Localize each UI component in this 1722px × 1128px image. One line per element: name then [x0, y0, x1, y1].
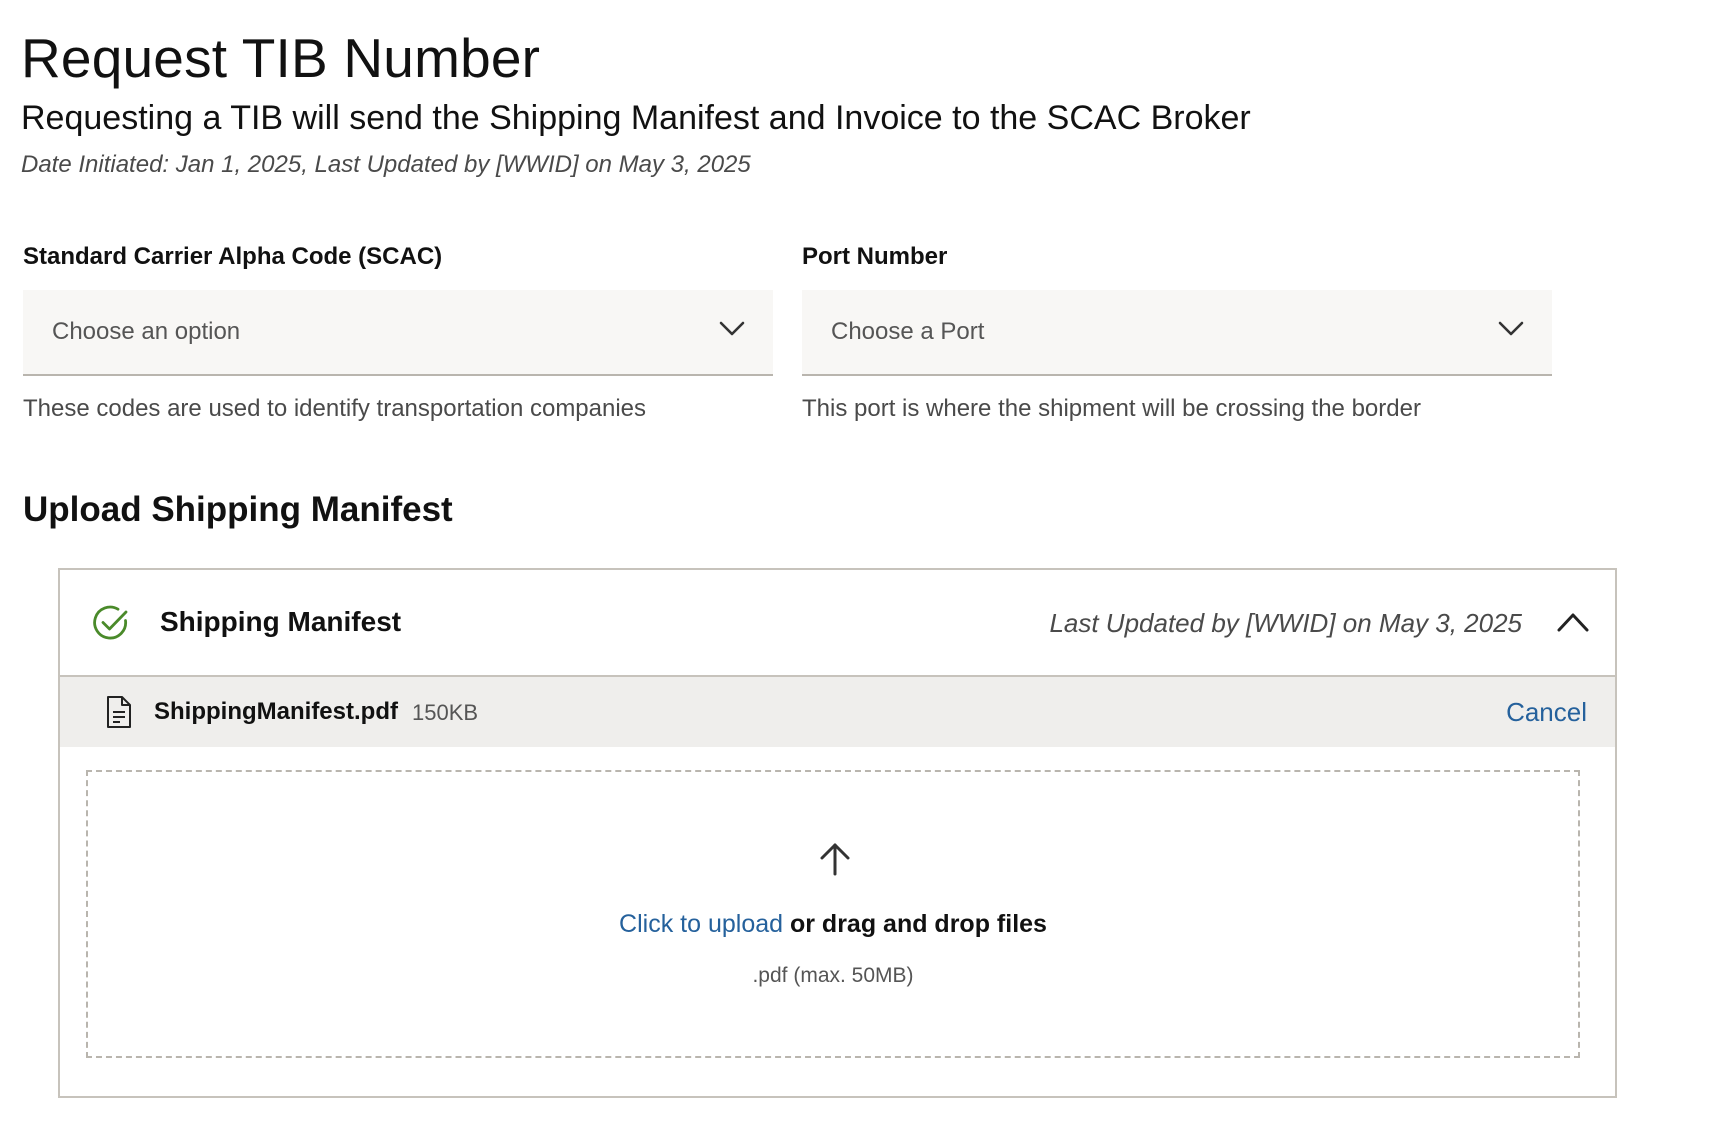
document-icon [107, 696, 131, 728]
uploaded-file-row: ShippingManifest.pdf 150KB Cancel [60, 677, 1615, 747]
port-field: Port Number Choose a Port This port is w… [802, 242, 1552, 424]
port-label: Port Number [802, 243, 948, 270]
upload-arrow-icon [820, 843, 850, 876]
card-last-updated: Last Updated by [WWID] on May 3, 2025 [1049, 608, 1522, 638]
card-title: Shipping Manifest [160, 606, 402, 637]
chevron-down-icon [719, 321, 745, 336]
file-size: 150KB [412, 700, 479, 725]
click-to-upload-link[interactable]: Click to upload [619, 910, 783, 938]
upload-instructions: Click to upload or drag and drop files [88, 907, 1578, 941]
page: Request TIB Number Requesting a TIB will… [21, 18, 1617, 1098]
file-dropzone[interactable]: Click to upload or drag and drop files .… [86, 770, 1580, 1058]
page-subtitle: Requesting a TIB will send the Shipping … [21, 99, 1251, 137]
check-circle-icon [93, 605, 128, 640]
port-helper-text: This port is where the shipment will be … [802, 395, 1421, 422]
upload-hint: .pdf (max. 50MB) [752, 964, 914, 987]
scac-helper-text: These codes are used to identify transpo… [23, 395, 647, 422]
card-header: Shipping Manifest Last Updated by [WWID]… [60, 570, 1615, 677]
upload-section-title: Upload Shipping Manifest [23, 490, 453, 529]
file-name: ShippingManifest.pdf [154, 698, 398, 725]
drag-drop-text: or drag and drop files [783, 910, 1047, 938]
shipping-manifest-card: Shipping Manifest Last Updated by [WWID]… [58, 568, 1617, 1098]
scac-select[interactable]: Choose an option [23, 290, 773, 376]
cancel-upload-button[interactable]: Cancel [1506, 695, 1587, 729]
scac-select-value: Choose an option [52, 318, 241, 345]
chevron-down-icon [1498, 321, 1524, 336]
page-meta: Date Initiated: Jan 1, 2025, Last Update… [21, 151, 751, 178]
scac-field: Standard Carrier Alpha Code (SCAC) Choos… [23, 242, 773, 424]
scac-label: Standard Carrier Alpha Code (SCAC) [23, 243, 443, 270]
port-select-value: Choose a Port [831, 318, 985, 345]
chevron-up-icon[interactable] [1556, 610, 1590, 634]
port-select[interactable]: Choose a Port [802, 290, 1552, 376]
page-title: Request TIB Number [21, 27, 541, 89]
